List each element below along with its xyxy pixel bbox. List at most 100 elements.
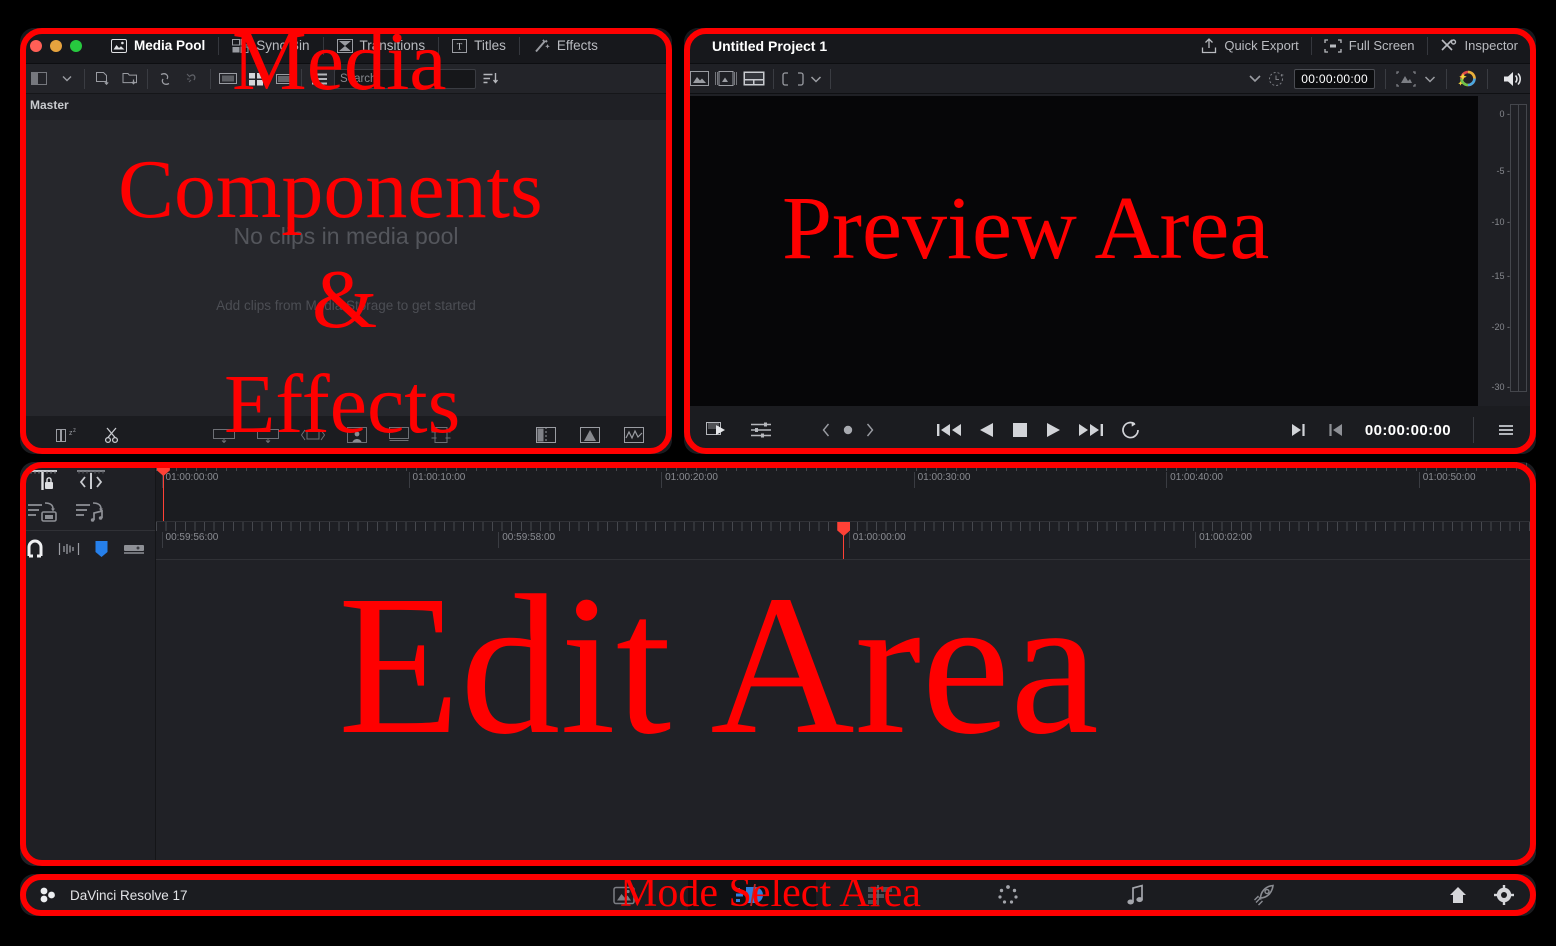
fusion-page-icon: [996, 883, 1020, 907]
bottom-right-buttons: [1448, 885, 1536, 905]
playhead-detail[interactable]: [837, 522, 851, 559]
list-view-button[interactable]: [306, 67, 332, 91]
place-on-top-icon[interactable]: [347, 427, 367, 443]
mode-button-fairlight[interactable]: [1072, 874, 1200, 916]
tab-media-pool[interactable]: Media Pool: [98, 28, 218, 64]
tab-titles[interactable]: T Titles: [439, 28, 519, 64]
histogram-icon[interactable]: [580, 427, 600, 443]
speaker-icon[interactable]: [1498, 70, 1530, 88]
loop-button[interactable]: [1120, 421, 1142, 439]
unlink-clips-button[interactable]: [180, 67, 206, 91]
mode-button-deliver[interactable]: [1200, 874, 1328, 916]
edit-page-icon: [867, 885, 893, 905]
ruler-label: 00:59:58:00: [498, 532, 555, 548]
append-clip-icon[interactable]: [389, 427, 409, 443]
timecode-mode-icon[interactable]: [1268, 71, 1286, 87]
button-label: Full Screen: [1348, 38, 1415, 53]
smart-indicator-icon[interactable]: zz: [56, 427, 78, 444]
overwrite-clip-icon[interactable]: [257, 427, 279, 443]
transform-icon[interactable]: [1396, 70, 1416, 87]
metadata-view-button[interactable]: [271, 67, 297, 91]
audio-waveform-icon[interactable]: [58, 541, 80, 557]
mark-in-button[interactable]: [1327, 421, 1345, 439]
button-label: Inspector: [1464, 38, 1518, 53]
append-audio-only-icon[interactable]: [74, 500, 108, 524]
timeline-ruler-overview[interactable]: 01:00:00:00 01:00:10:00 01:00:20:00 01:0…: [156, 462, 1536, 522]
export-icon: [1201, 37, 1217, 54]
replace-clip-icon[interactable]: [301, 428, 325, 442]
media-panel-titlebar: Media Pool Sync Bin Transitions T Titles…: [20, 28, 672, 64]
safe-area-icon[interactable]: [782, 71, 804, 86]
mode-button-edit[interactable]: [816, 874, 944, 916]
jump-to-end-button[interactable]: [1078, 421, 1104, 439]
toolbar-divider: [210, 68, 211, 89]
full-screen-button[interactable]: Full Screen: [1312, 28, 1427, 64]
timeline-ruler-detail[interactable]: 00:59:56:00 00:59:58:00 01:00:00:00 01:0…: [156, 522, 1536, 560]
insert-clip-icon[interactable]: [213, 427, 235, 443]
playhead-overview[interactable]: [156, 462, 170, 521]
options-menu-icon[interactable]: [1496, 422, 1528, 438]
scissors-icon[interactable]: [104, 427, 121, 444]
bin-breadcrumb[interactable]: Master: [20, 94, 672, 116]
dual-viewer-icon[interactable]: [715, 71, 737, 86]
cut-page-icon: [735, 884, 769, 906]
timeline-selector-dropdown[interactable]: [833, 67, 1269, 90]
mode-button-cut[interactable]: [688, 874, 816, 916]
play-reverse-button[interactable]: [978, 421, 995, 439]
minimize-window-button[interactable]: [50, 39, 62, 52]
video-viewer[interactable]: [688, 96, 1478, 406]
add-marker-button[interactable]: [841, 423, 855, 437]
source-overwrite-icon[interactable]: [431, 427, 451, 443]
import-folder-button[interactable]: [117, 67, 143, 91]
preview-timecode[interactable]: 00:00:00:00: [1294, 68, 1375, 89]
split-view-icon[interactable]: [536, 427, 556, 443]
bin-view-toggle-button[interactable]: [26, 67, 52, 91]
maximize-window-button[interactable]: [70, 39, 82, 52]
timeline-viewer-icon[interactable]: [743, 71, 765, 86]
append-video-only-icon[interactable]: [26, 500, 60, 524]
marker-color-icon[interactable]: [94, 540, 109, 558]
tab-sync-bin[interactable]: Sync Bin: [219, 28, 322, 64]
chevron-down-icon[interactable]: [810, 75, 822, 83]
snapping-magnet-icon[interactable]: [26, 539, 44, 559]
media-pool-empty-state[interactable]: No clips in media pool Add clips from Me…: [24, 120, 668, 416]
thumbnail-view-button[interactable]: [243, 67, 269, 91]
search-input[interactable]: Search: [334, 68, 476, 89]
gear-icon[interactable]: [1494, 885, 1514, 905]
timeline-playback-icon[interactable]: [706, 421, 730, 439]
flag-clip-icon[interactable]: [123, 541, 145, 557]
quick-export-button[interactable]: Quick Export: [1189, 28, 1310, 64]
trim-edit-icon[interactable]: [74, 468, 108, 494]
home-icon[interactable]: [1448, 885, 1468, 905]
jump-to-start-button[interactable]: [936, 421, 962, 439]
mixer-settings-icon[interactable]: [750, 421, 772, 439]
waveform-scope-icon[interactable]: [624, 427, 644, 443]
lock-timeline-icon[interactable]: [26, 468, 60, 494]
inspector-button[interactable]: Inspector: [1428, 28, 1530, 64]
previous-marker-button[interactable]: [822, 423, 831, 437]
effects-icon: [533, 38, 550, 53]
media-pool-icon: [111, 38, 127, 53]
chevron-down-icon[interactable]: [54, 67, 80, 91]
mode-button-fusion[interactable]: [944, 874, 1072, 916]
preview-toolbar: 00:00:00:00: [684, 64, 1536, 94]
mode-button-media[interactable]: [560, 874, 688, 916]
sort-order-button[interactable]: [478, 67, 504, 91]
color-enhance-icon[interactable]: [1457, 70, 1477, 88]
tab-effects[interactable]: Effects: [520, 28, 611, 64]
import-media-button[interactable]: [89, 67, 115, 91]
timeline-tools-row-1: [20, 462, 155, 494]
stop-button[interactable]: [1011, 421, 1029, 439]
source-viewer-icon[interactable]: [690, 71, 709, 86]
close-window-button[interactable]: [30, 39, 42, 52]
timeline-tracks-area[interactable]: [156, 560, 1536, 866]
chevron-down-icon[interactable]: [1424, 75, 1436, 83]
mark-out-button[interactable]: [1289, 421, 1307, 439]
current-timecode-display[interactable]: 00:00:00:00: [1365, 422, 1451, 439]
tab-transitions[interactable]: Transitions: [324, 28, 439, 64]
next-marker-button[interactable]: [865, 423, 874, 437]
toolbar-divider: [84, 68, 85, 89]
play-button[interactable]: [1045, 421, 1062, 439]
sync-clips-button[interactable]: [152, 67, 178, 91]
filmstrip-view-button[interactable]: [215, 67, 241, 91]
